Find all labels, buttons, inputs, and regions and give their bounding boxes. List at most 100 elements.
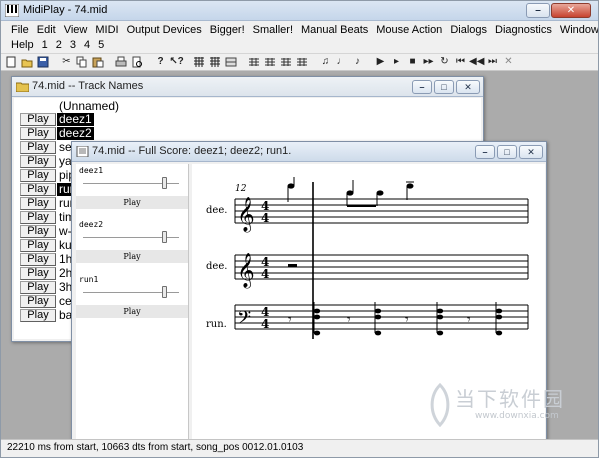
track-window-minimize-button[interactable]: – [412,80,432,94]
context-help-icon[interactable]: ↖? [169,55,184,69]
window-title: MidiPlay - 74.mid [23,4,108,16]
menu-midi[interactable]: MIDI [91,23,122,38]
save-icon[interactable] [36,55,51,69]
menu-window[interactable]: Window [556,23,598,38]
menu-bigger[interactable]: Bigger! [206,23,249,38]
help-icon[interactable]: ? [153,55,168,69]
track-play-button[interactable]: Play [20,253,56,266]
bars-icon[interactable] [263,55,278,69]
menu-window-4[interactable]: 4 [80,38,94,53]
menu-view[interactable]: View [60,23,92,38]
print-icon[interactable] [114,55,129,69]
score-notation: 12 dee. dee. run. 𝄞 𝄞 𝄢 4 4 4 4 4 4 𝄾 𝄾 … [206,177,529,339]
paste-icon[interactable] [91,55,106,69]
tempo-icon[interactable]: ♫ [318,55,333,69]
track-play-button[interactable]: Play [20,225,56,238]
menu-bar: File Edit View MIDI Output Devices Bigge… [1,21,598,54]
menu-manual-beats[interactable]: Manual Beats [297,23,372,38]
minimize-button[interactable]: – [526,3,550,18]
score-track-deez2: deez2 Play [76,220,188,270]
rewind-icon[interactable]: ◀◀ [469,55,484,69]
score-play-button[interactable]: Play [76,250,188,263]
clef-icon[interactable]: ♪ [350,55,365,69]
forward-end-icon[interactable]: ⏭ [485,55,500,69]
volume-slider-thumb[interactable] [162,177,167,189]
open-icon[interactable] [20,55,35,69]
menu-row-1: File Edit View MIDI Output Devices Bigge… [7,23,598,38]
staff-icon[interactable] [224,55,239,69]
volume-slider-thumb[interactable] [162,231,167,243]
track-play-button[interactable]: Play [20,211,56,224]
track-play-button[interactable]: Play [20,239,56,252]
track-window-close-button[interactable]: ✕ [456,80,480,94]
track-window-maximize-button[interactable]: □ [434,80,454,94]
stave-icon[interactable] [247,55,262,69]
new-icon[interactable] [4,55,19,69]
minimize-icon: – [535,5,541,16]
menu-smaller[interactable]: Smaller! [249,23,297,38]
menu-dialogs[interactable]: Dialogs [446,23,491,38]
key-icon[interactable]: ♩ [334,55,349,69]
cut-icon[interactable]: ✂ [59,55,74,69]
track-row[interactable]: Play deez2 [14,127,94,141]
score-play-button[interactable]: Play [76,196,188,209]
play-icon[interactable]: ▶ [373,55,388,69]
score-play-button[interactable]: Play [76,305,188,318]
track-play-button[interactable]: Play [20,281,56,294]
svg-text:𝄾: 𝄾 [347,312,351,328]
midiplay-window: MidiPlay - 74.mid – ✕ File Edit View MID… [0,0,599,458]
volume-slider-thumb[interactable] [162,286,167,298]
menu-window-3[interactable]: 3 [66,38,80,53]
staff-deez1 [234,198,529,224]
track-play-button[interactable]: Play [20,183,56,196]
score-icon[interactable] [208,55,223,69]
svg-text:𝄾: 𝄾 [405,312,409,328]
status-text: 22210 ms from start, 10663 dts from star… [7,442,304,453]
score-canvas[interactable]: 12 dee. dee. run. 𝄞 𝄞 𝄢 4 4 4 4 4 4 𝄾 𝄾 … [192,164,545,447]
rewind-start-icon[interactable]: ⏮ [453,55,468,69]
track-play-button[interactable]: Play [20,113,56,126]
score-track-name: run1 [79,275,99,284]
score-window-maximize-button[interactable]: □ [497,145,517,159]
notes-icon[interactable] [295,55,310,69]
score-window-minimize-button[interactable]: – [475,145,495,159]
track-play-button[interactable]: Play [20,127,56,140]
menu-file[interactable]: File [7,23,33,38]
close-icon[interactable]: ✕ [501,55,516,69]
step-forward-icon[interactable]: ▸ [389,55,404,69]
menu-mouse-action[interactable]: Mouse Action [372,23,446,38]
close-button[interactable]: ✕ [551,3,591,18]
track-play-button[interactable]: Play [20,141,56,154]
toolbar: ✂ ? ↖? ♫ ♩ ♪ ▶ ▸ ■ ▸▸ ↻ ⏮ ◀◀ ⏭ ✕ [1,54,598,71]
track-play-button[interactable]: Play [20,267,56,280]
print-preview-icon[interactable] [130,55,145,69]
score-window-title: 74.mid -- Full Score: deez1; deez2; run1… [92,145,292,157]
toolbar-separator [146,55,152,69]
score-track-name: deez1 [79,166,104,175]
title-bar[interactable]: MidiPlay - 74.mid – ✕ [1,1,598,21]
track-row[interactable]: Play deez1 [14,113,94,127]
track-play-button[interactable]: Play [20,197,56,210]
track-play-button[interactable]: Play [20,295,56,308]
menu-output-devices[interactable]: Output Devices [123,23,206,38]
menu-window-1[interactable]: 1 [38,38,52,53]
track-name[interactable]: deez2 [57,127,94,140]
track-play-button[interactable]: Play [20,155,56,168]
score-window-title-bar[interactable]: 74.mid -- Full Score: deez1; deez2; run1… [72,142,546,162]
score-window-close-button[interactable]: ✕ [519,145,543,159]
menu-diagnostics[interactable]: Diagnostics [491,23,556,38]
piano-roll-icon[interactable] [192,55,207,69]
loop-icon[interactable]: ↻ [437,55,452,69]
menu-help[interactable]: Help [7,38,38,53]
menu-edit[interactable]: Edit [33,23,60,38]
track-window-title-bar[interactable]: 74.mid -- Track Names – □ ✕ [12,77,483,97]
stop-icon[interactable]: ■ [405,55,420,69]
menu-window-5[interactable]: 5 [94,38,108,53]
track-play-button[interactable]: Play [20,169,56,182]
fast-forward-icon[interactable]: ▸▸ [421,55,436,69]
copy-icon[interactable] [75,55,90,69]
track-name[interactable]: deez1 [57,113,94,126]
track-play-button[interactable]: Play [20,309,56,322]
beats-icon[interactable] [279,55,294,69]
menu-window-2[interactable]: 2 [52,38,66,53]
